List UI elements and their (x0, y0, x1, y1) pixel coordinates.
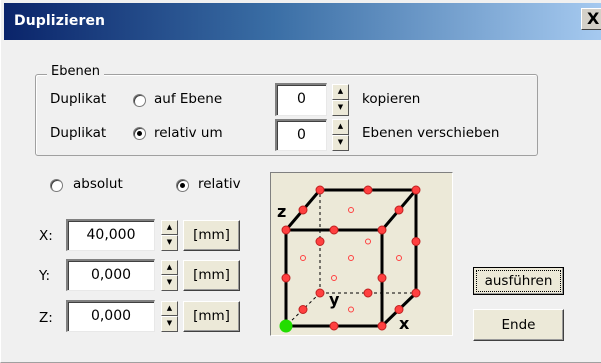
y-stepper-up-icon[interactable]: ▲ (161, 260, 178, 275)
x-stepper-down-icon[interactable]: ▼ (161, 235, 178, 251)
verschieben-stepper-down-icon[interactable]: ▼ (332, 135, 349, 151)
x-stepper-up-icon[interactable]: ▲ (161, 220, 178, 235)
window-title: Duplizieren (14, 13, 106, 29)
verschieben-stepper-up-icon[interactable]: ▲ (332, 119, 349, 135)
x-label: X: (39, 228, 53, 244)
radio-auf-ebene[interactable] (133, 94, 146, 107)
close-button[interactable]: X (581, 8, 601, 30)
y-stepper[interactable]: ▲ ▼ (161, 260, 178, 291)
ebenen-legend: Ebenen (47, 64, 104, 79)
x-input[interactable]: 40,000 (66, 219, 155, 251)
end-button[interactable]: Ende (473, 309, 564, 341)
grid-point (394, 205, 404, 215)
radio-absolut-label[interactable]: absolut (73, 176, 123, 192)
preview-panel: z y x (270, 172, 453, 336)
grid-point (315, 237, 325, 246)
grid-point (377, 225, 387, 235)
dialog-window: Duplizieren X Ebenen Duplikat auf Ebene … (0, 0, 601, 363)
grid-point (298, 305, 308, 314)
y-unit-button[interactable]: [mm] (183, 260, 240, 291)
title-bar: Duplizieren (4, 3, 601, 40)
grid-point (377, 273, 387, 283)
verschieben-input[interactable]: 0 (275, 119, 327, 151)
grid-point (329, 225, 339, 235)
y-label: Y: (39, 268, 51, 284)
z-stepper-down-icon[interactable]: ▼ (161, 316, 178, 332)
grid-point (411, 288, 421, 298)
radio-auf-ebene-label[interactable]: auf Ebene (154, 91, 222, 107)
face-center-point (348, 207, 354, 213)
close-icon[interactable]: X (587, 9, 599, 28)
grid-point (394, 305, 404, 314)
radio-relativ[interactable] (176, 179, 189, 192)
execute-button[interactable]: ausführen (473, 267, 564, 295)
face-center-point (365, 238, 371, 245)
verschieben-stepper[interactable]: ▲ ▼ (332, 119, 349, 151)
kopieren-label: kopieren (362, 91, 421, 107)
grid-point (281, 273, 291, 283)
radio-absolut[interactable] (50, 179, 63, 192)
duplikat-label-2: Duplikat (50, 125, 107, 141)
grid-point (411, 185, 421, 195)
cube-preview: z y x (277, 185, 421, 333)
x-stepper[interactable]: ▲ ▼ (161, 220, 178, 251)
radio-relativ-label[interactable]: relativ (198, 176, 241, 192)
ebene-stepper[interactable]: ▲ ▼ (332, 84, 349, 116)
ebene-stepper-up-icon[interactable]: ▲ (332, 84, 349, 100)
face-center-point (348, 306, 354, 313)
face-center-point (396, 255, 402, 261)
cube-points (279, 185, 421, 333)
origin-point (279, 319, 293, 333)
grid-point (298, 205, 308, 215)
grid-point (329, 321, 339, 331)
y-stepper-down-icon[interactable]: ▼ (161, 275, 178, 291)
axis-x-label: x (399, 314, 410, 333)
grid-point (377, 321, 387, 331)
radio-relativ-um-label[interactable]: relativ um (154, 125, 223, 141)
face-center-point (300, 255, 306, 261)
ebenen-verschieben-label: Ebenen verschieben (362, 125, 500, 141)
z-stepper-up-icon[interactable]: ▲ (161, 301, 178, 316)
radio-relativ-um[interactable] (133, 127, 146, 140)
grid-point (281, 225, 291, 235)
duplikat-label-1: Duplikat (50, 91, 107, 107)
grid-point (411, 237, 421, 246)
z-label: Z: (39, 310, 53, 326)
axis-y-label: y (329, 290, 340, 309)
grid-point (315, 288, 325, 298)
grid-point (363, 288, 373, 298)
z-stepper[interactable]: ▲ ▼ (161, 301, 178, 332)
grid-point (363, 185, 373, 195)
ebene-stepper-down-icon[interactable]: ▼ (332, 100, 349, 116)
center-point (348, 255, 354, 261)
face-center-point (331, 275, 337, 281)
axis-z-label: z (277, 202, 286, 221)
x-unit-button[interactable]: [mm] (183, 220, 240, 251)
z-unit-button[interactable]: [mm] (183, 301, 240, 332)
z-input[interactable]: 0,000 (66, 300, 155, 332)
ebene-input[interactable]: 0 (275, 83, 327, 116)
grid-point (315, 185, 325, 195)
y-input[interactable]: 0,000 (66, 259, 155, 291)
